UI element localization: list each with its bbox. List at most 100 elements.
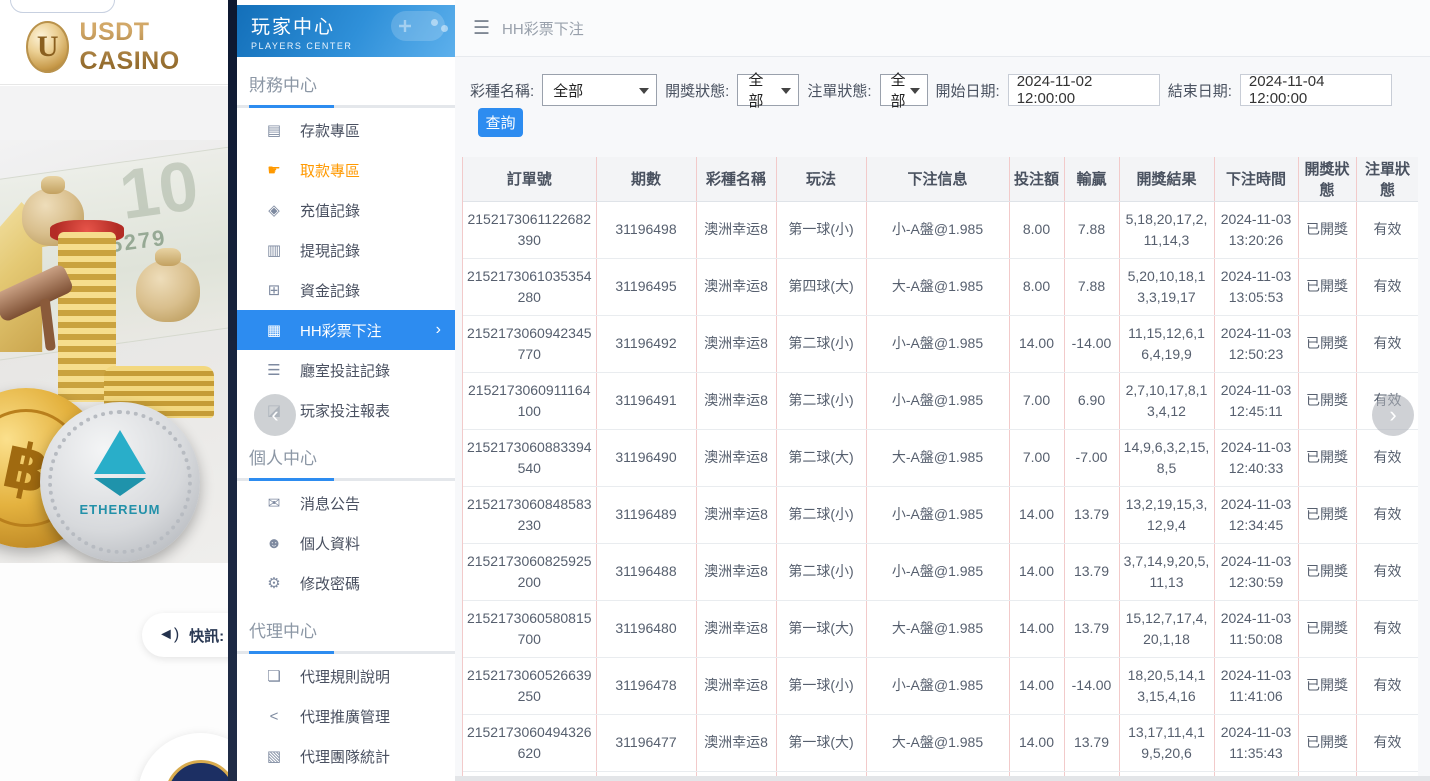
table-row[interactable]: 215217306082592520031196488澳洲幸运8第二球(小)小-… xyxy=(463,543,1418,600)
sidebar-item-取款專區[interactable]: ☛取款專區 xyxy=(237,150,455,190)
column-header: 訂單號 xyxy=(463,157,596,201)
table-row[interactable]: 215217306058081570031196480澳洲幸运8第一球(大)大-… xyxy=(463,600,1418,657)
sidebar-item-HH彩票下注[interactable]: ▦ HH彩票下注 › xyxy=(237,310,455,350)
recharge-moneybag-icon: ◈ xyxy=(265,201,283,219)
table-cell: 31196498 xyxy=(596,201,696,258)
sidebar-item-代理推廣管理[interactable]: < 代理推廣管理 xyxy=(237,696,455,736)
bet-status-select[interactable]: 全部 xyxy=(880,74,928,106)
sidebar-item-個人資料[interactable]: ☻個人資料 xyxy=(237,523,455,563)
table-row[interactable]: 215217306112268239031196498澳洲幸运8第一球(小)小-… xyxy=(463,201,1418,258)
start-date-input[interactable]: 2024-11-02 12:00:00 xyxy=(1008,74,1160,106)
end-date-input[interactable]: 2024-11-04 12:00:00 xyxy=(1240,74,1392,106)
hamburger-menu-icon[interactable]: ☰ xyxy=(473,17,490,40)
table-cell: 澳洲幸运8 xyxy=(696,429,776,486)
table-cell: 2,7,10,17,8,13,4,12 xyxy=(1119,372,1214,429)
brand-logo-circle-icon: U xyxy=(26,21,69,73)
table-cell: 2024-11-03 13:05:53 xyxy=(1214,258,1298,315)
table-cell: 31196489 xyxy=(596,486,696,543)
page-title: HH彩票下注 xyxy=(502,18,584,39)
lottery-bet-ticket-icon: ▦ xyxy=(265,321,283,339)
table-cell: 31196492 xyxy=(596,315,696,372)
funds-record-icon: ⊞ xyxy=(265,281,283,299)
sidebar-item-label: 代理推廣管理 xyxy=(300,706,390,727)
start-date-value: 2024-11-02 12:00:00 xyxy=(1017,73,1151,107)
table-row[interactable]: 215217306052663925031196478澳洲幸运8第一球(小)小-… xyxy=(463,657,1418,714)
table-cell: 小-A盤@1.985 xyxy=(866,543,1009,600)
sidebar-item-充值記錄[interactable]: ◈ 充值記錄 xyxy=(237,190,455,230)
lottery-name-value: 全部 xyxy=(553,80,583,101)
sidebar-item-label: 消息公告 xyxy=(300,493,360,514)
table-cell: 已開獎 xyxy=(1298,258,1356,315)
table-cell: 31196477 xyxy=(596,714,696,771)
column-header: 下注時間 xyxy=(1214,157,1298,201)
search-button[interactable]: 查詢 xyxy=(478,108,523,137)
sidebar-item-代理規則說明[interactable]: ❏代理規則說明 xyxy=(237,656,455,696)
table-row[interactable]: 215217306088339454031196490澳洲幸运8第二球(大)大-… xyxy=(463,429,1418,486)
table-cell: 澳洲幸运8 xyxy=(696,657,776,714)
lottery-name-select[interactable]: 全部 xyxy=(542,74,657,106)
news-ticker[interactable]: ◄) 快訊: xyxy=(142,613,228,657)
agent-promotion-share-icon: < xyxy=(265,708,283,725)
deposit-card-icon: ▤ xyxy=(265,121,283,139)
draw-status-select[interactable]: 全部 xyxy=(737,74,799,106)
table-cell: 2024-11-03 12:45:11 xyxy=(1214,372,1298,429)
sidebar-section-title: 代理中心 xyxy=(237,603,455,642)
sidebar-item-修改密碼[interactable]: ⚙修改密碼 xyxy=(237,563,455,603)
table-cell: 澳洲幸运8 xyxy=(696,486,776,543)
table-cell: 有效 xyxy=(1356,201,1418,258)
bet-table-wrap: 訂單號期數彩種名稱玩法下注信息投注額輸贏開獎結果下注時間開獎狀態注單狀態2152… xyxy=(462,157,1418,776)
draw-status-label: 開獎狀態: xyxy=(665,80,729,101)
column-header: 下注信息 xyxy=(866,157,1009,201)
sidebar-item-廳室投註記錄[interactable]: ☰廳室投註記錄 xyxy=(237,350,455,390)
table-cell: 7.88 xyxy=(1064,201,1119,258)
table-row[interactable]: 215217306084858323031196489澳洲幸运8第二球(小)小-… xyxy=(463,486,1418,543)
sidebar-item-存款專區[interactable]: ▤ 存款專區 xyxy=(237,110,455,150)
sidebar-item-代理報表[interactable]: ❏代理報表 xyxy=(237,776,455,781)
table-row[interactable]: 215217306091116410031196491澳洲幸运8第二球(小)小-… xyxy=(463,372,1418,429)
table-cell: 第二球(大) xyxy=(776,429,866,486)
chevron-right-icon: › xyxy=(436,321,441,339)
table-row[interactable]: 215217306094234577031196492澳洲幸运8第二球(小)小-… xyxy=(463,315,1418,372)
table-cell: 6.90 xyxy=(1064,372,1119,429)
top-input-stub[interactable] xyxy=(10,0,115,13)
table-row[interactable]: 215217306103535428031196495澳洲幸运8第四球(大)大-… xyxy=(463,258,1418,315)
sidebar-item-消息公告[interactable]: ✉ 消息公告 xyxy=(237,483,455,523)
announcement-bell-icon: ✉ xyxy=(265,494,283,512)
table-cell: 第二球(小) xyxy=(776,315,866,372)
draw-status-value: 全部 xyxy=(748,69,776,111)
sidebar-item-label: 存款專區 xyxy=(300,120,360,141)
table-cell: 2152173060494326620 xyxy=(463,714,596,771)
sidebar-item-label: 資金記錄 xyxy=(300,280,360,301)
agent-rules-document-icon: ❏ xyxy=(265,667,283,685)
start-date-label: 開始日期: xyxy=(936,80,1000,101)
table-cell: 大-A盤@1.985 xyxy=(866,429,1009,486)
main-content: ☰ HH彩票下注 彩種名稱: 全部 開獎狀態: 全部 注單狀態: 全部 開始日期… xyxy=(455,0,1430,781)
room-bet-record-list-icon: ☰ xyxy=(265,361,283,379)
table-cell: 第四球(大) xyxy=(776,258,866,315)
sidebar-item-提現記錄[interactable]: ▥提現記錄 xyxy=(237,230,455,270)
table-cell: 8.00 xyxy=(1009,258,1064,315)
table-cell: 小-A盤@1.985 xyxy=(866,372,1009,429)
table-cell: 已開獎 xyxy=(1298,201,1356,258)
sidebar-section-title: 個人中心 xyxy=(237,430,455,469)
table-cell: 2024-11-03 13:20:26 xyxy=(1214,201,1298,258)
sidebar-item-label: 充值記錄 xyxy=(300,200,360,221)
sidebar-item-label: 提現記錄 xyxy=(300,240,360,261)
brand-logo[interactable]: U USDT CASINO xyxy=(26,18,228,76)
sidebar-item-資金記錄[interactable]: ⊞ 資金記錄 xyxy=(237,270,455,310)
table-row[interactable]: 215217306049432662031196477澳洲幸运8第一球(大)大-… xyxy=(463,714,1418,771)
logo-card: U USDT CASINO xyxy=(0,0,228,85)
table-cell: 澳洲幸运8 xyxy=(696,714,776,771)
column-header: 玩法 xyxy=(776,157,866,201)
table-cell: 小-A盤@1.985 xyxy=(866,486,1009,543)
collapse-sidebar-button[interactable]: ‹ xyxy=(254,394,296,436)
horizontal-scrollbar[interactable] xyxy=(455,776,1430,781)
end-date-value: 2024-11-04 12:00:00 xyxy=(1249,73,1383,107)
sidebar-item-代理團隊統計[interactable]: ▧代理團隊統計 xyxy=(237,736,455,776)
brand-logo-letter: U xyxy=(37,30,59,64)
next-page-button[interactable]: › xyxy=(1372,394,1414,436)
sidebar-item-label: HH彩票下注 xyxy=(300,320,382,341)
table-cell: 已開獎 xyxy=(1298,486,1356,543)
sidebar-header: 玩家中心 PLAYERS CENTER xyxy=(237,5,455,57)
table-cell: 2152173060825925200 xyxy=(463,543,596,600)
